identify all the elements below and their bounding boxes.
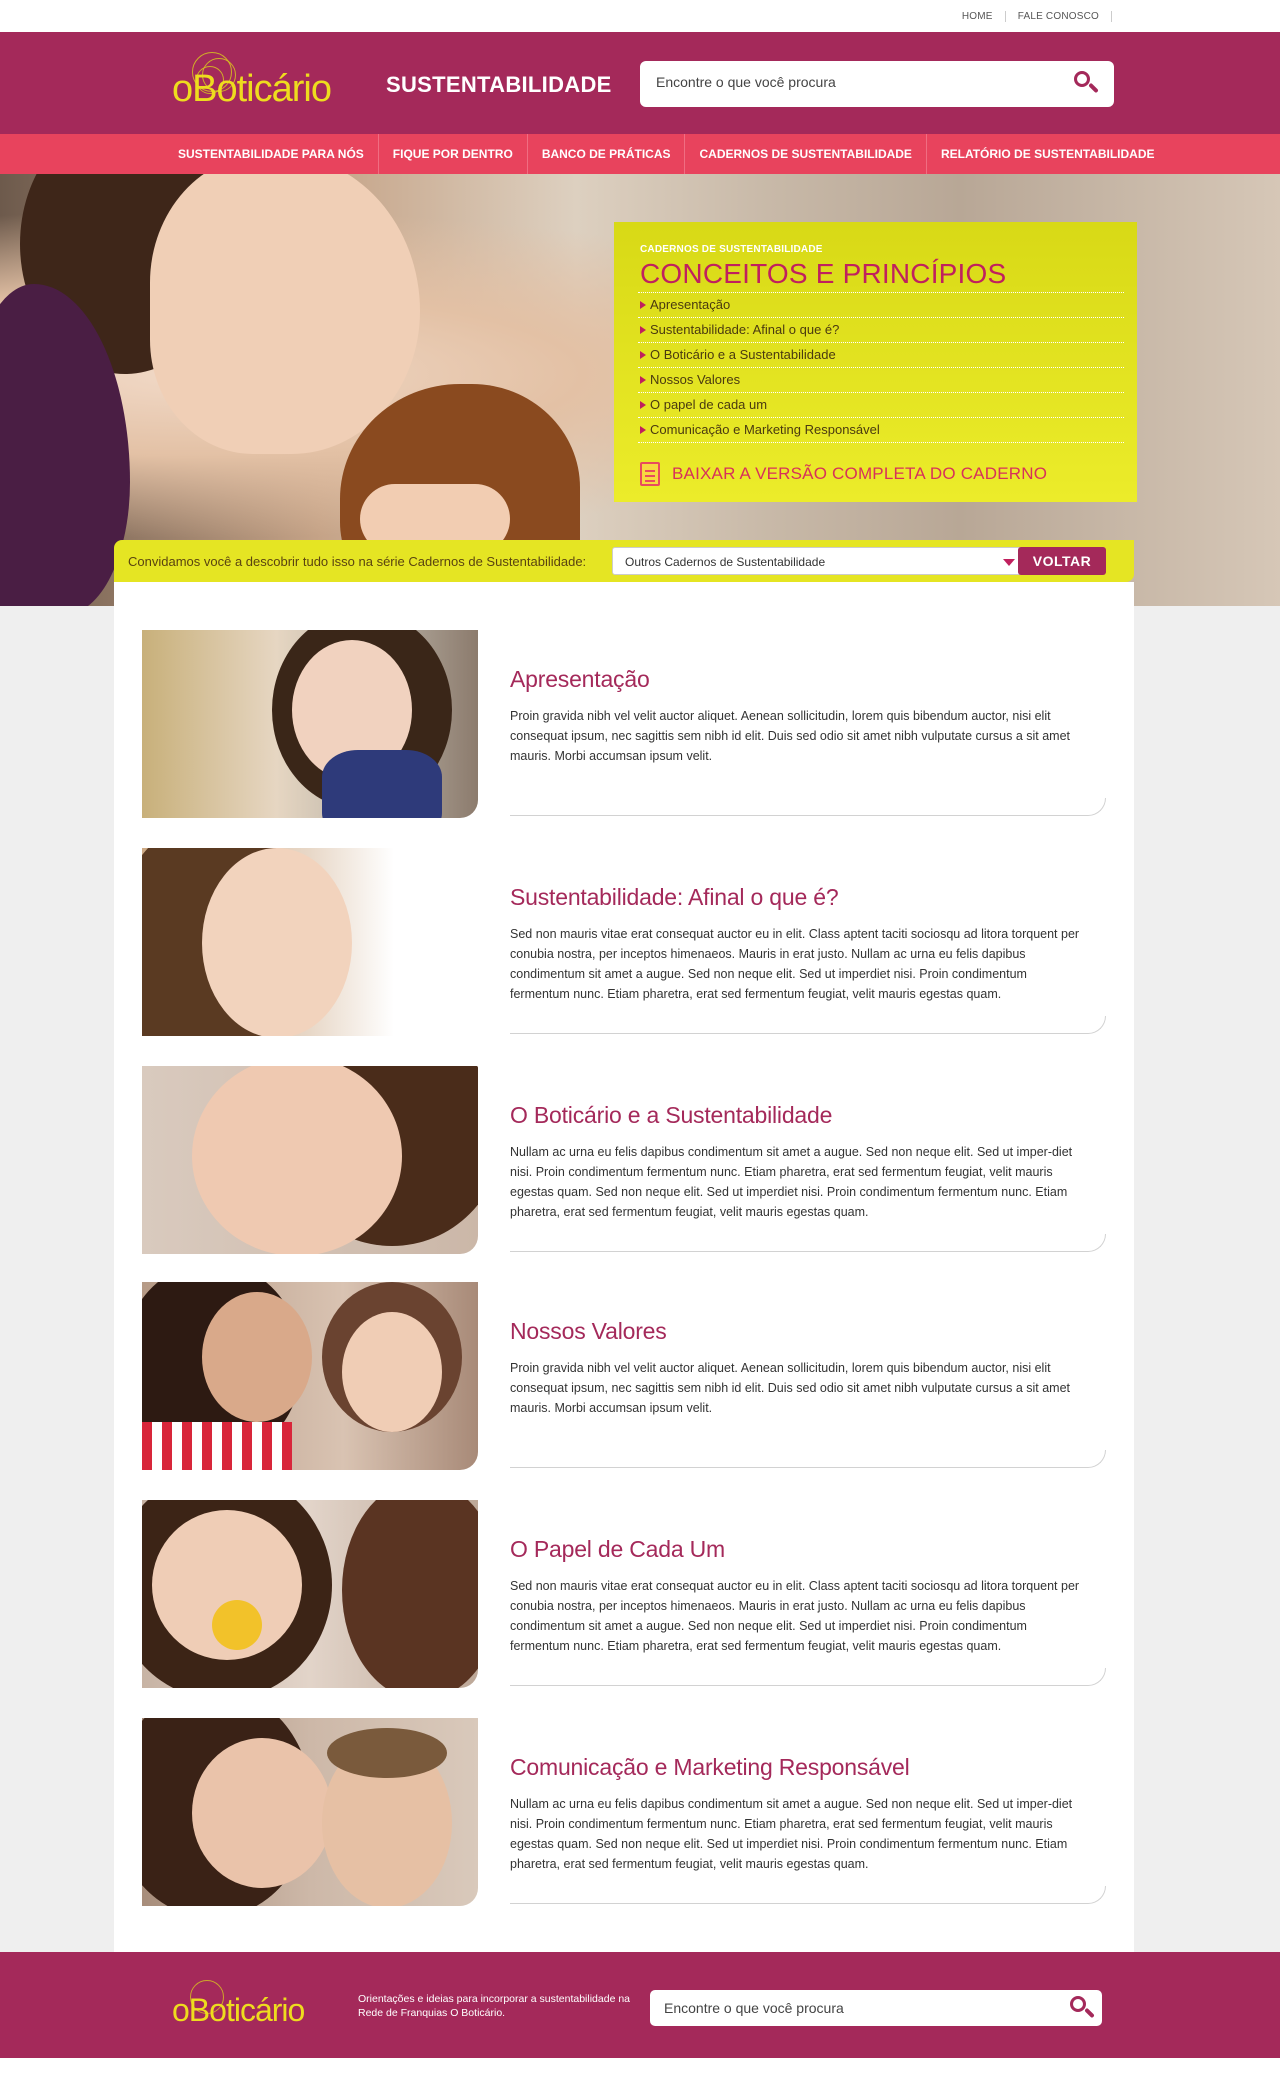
select-value: Outros Cadernos de Sustentabilidade xyxy=(625,555,826,569)
item-title[interactable]: Apresentação xyxy=(510,666,650,693)
panel-kicker: CADERNOS DE SUSTENTABILIDADE xyxy=(640,244,823,255)
bottom-strip xyxy=(0,2058,1280,2074)
footer-tagline: Orientações e ideias para incorporar a s… xyxy=(358,1993,631,2019)
list-item: O Boticário e a Sustentabilidade Nullam … xyxy=(142,1066,1106,1256)
invite-text: Convidamos você a descobrir tudo isso na… xyxy=(128,554,587,569)
panel-link-papel[interactable]: O papel de cada um xyxy=(638,393,1124,418)
notebook-select[interactable]: Outros Cadernos de Sustentabilidade xyxy=(612,547,1028,575)
item-body: Nullam ac urna eu felis dapibus condimen… xyxy=(510,1797,1073,1871)
list-item: Apresentação Proin gravida nibh vel veli… xyxy=(142,630,1106,820)
content-area: Apresentação Proin gravida nibh vel veli… xyxy=(114,582,1134,1952)
notebook-panel: CADERNOS DE SUSTENTABILIDADE CONCEITOS E… xyxy=(614,222,1137,502)
utility-links: HOME FALE CONOSCO xyxy=(950,11,1112,22)
item-photo xyxy=(142,1718,478,1906)
section-title: SUSTENTABILIDADE xyxy=(386,72,612,97)
item-body: Sed non mauris vitae erat consequat auct… xyxy=(510,927,1080,1001)
site-footer: oBoticário Orientações e ideias para inc… xyxy=(0,1952,1280,2058)
search-box xyxy=(640,61,1114,107)
search-input[interactable] xyxy=(656,74,1056,90)
top-utility-bar: HOME FALE CONOSCO xyxy=(0,0,1280,32)
home-link[interactable]: HOME xyxy=(950,11,1006,22)
footer-search-box xyxy=(650,1990,1102,2026)
item-photo xyxy=(142,848,478,1036)
search-icon[interactable] xyxy=(1068,1994,1098,2024)
panel-link-valores[interactable]: Nossos Valores xyxy=(638,368,1124,393)
item-body: Sed non mauris vitae erat consequat auct… xyxy=(510,1579,1080,1653)
document-icon xyxy=(640,462,660,486)
item-divider xyxy=(510,1450,1106,1468)
item-divider xyxy=(510,1016,1106,1034)
item-title[interactable]: Comunicação e Marketing Responsável xyxy=(510,1754,910,1781)
item-title[interactable]: O Boticário e a Sustentabilidade xyxy=(510,1102,832,1129)
panel-link-sustentabilidade[interactable]: Sustentabilidade: Afinal o que é? xyxy=(638,318,1124,343)
nav-item-fique-por-dentro[interactable]: FIQUE POR DENTRO xyxy=(379,134,528,174)
search-icon[interactable] xyxy=(1072,69,1102,99)
nav-item-sustentabilidade-para-nos[interactable]: SUSTENTABILIDADE PARA NÓS xyxy=(164,134,379,174)
series-selector-bar: Convidamos você a descobrir tudo isso na… xyxy=(114,540,1134,582)
item-body: Proin gravida nibh vel velit auctor aliq… xyxy=(510,709,1071,763)
back-button[interactable]: VOLTAR xyxy=(1018,547,1106,575)
chevron-down-icon xyxy=(1003,559,1015,566)
site-header: oBoticário SUSTENTABILIDADE xyxy=(0,32,1280,134)
footer-logo[interactable]: oBoticário xyxy=(172,1980,342,2036)
list-item: Sustentabilidade: Afinal o que é? Sed no… xyxy=(142,848,1106,1038)
item-body: Nullam ac urna eu felis dapibus condimen… xyxy=(510,1145,1073,1219)
download-label: BAIXAR A VERSÃO COMPLETA DO CADERNO xyxy=(672,464,1048,483)
panel-link-list: Apresentação Sustentabilidade: Afinal o … xyxy=(638,292,1124,443)
item-title[interactable]: O Papel de Cada Um xyxy=(510,1536,725,1563)
logo-wordmark: oBoticário xyxy=(172,68,332,110)
item-title[interactable]: Nossos Valores xyxy=(510,1318,667,1345)
panel-title: CONCEITOS E PRINCÍPIOS xyxy=(640,258,1007,289)
main-nav: SUSTENTABILIDADE PARA NÓS FIQUE POR DENT… xyxy=(0,134,1280,174)
item-divider xyxy=(510,1886,1106,1904)
nav-item-relatorio[interactable]: RELATÓRIO DE SUSTENTABILIDADE xyxy=(927,134,1169,174)
footer-search-input[interactable] xyxy=(664,2000,1044,2016)
item-photo xyxy=(142,1282,478,1470)
panel-link-comunicacao[interactable]: Comunicação e Marketing Responsável xyxy=(638,418,1124,443)
list-item: Nossos Valores Proin gravida nibh vel ve… xyxy=(142,1282,1106,1472)
item-photo xyxy=(142,1500,478,1688)
nav-item-banco-de-praticas[interactable]: BANCO DE PRÁTICAS xyxy=(528,134,686,174)
item-divider xyxy=(510,798,1106,816)
list-item: O Papel de Cada Um Sed non mauris vitae … xyxy=(142,1500,1106,1690)
brand-logo[interactable]: oBoticário xyxy=(172,52,344,114)
item-body: Proin gravida nibh vel velit auctor aliq… xyxy=(510,1361,1071,1415)
item-photo xyxy=(142,1066,478,1254)
list-item: Comunicação e Marketing Responsável Null… xyxy=(142,1718,1106,1908)
panel-link-boticario[interactable]: O Boticário e a Sustentabilidade xyxy=(638,343,1124,368)
item-title[interactable]: Sustentabilidade: Afinal o que é? xyxy=(510,884,839,911)
nav-item-cadernos[interactable]: CADERNOS DE SUSTENTABILIDADE xyxy=(685,134,927,174)
download-link[interactable]: BAIXAR A VERSÃO COMPLETA DO CADERNO xyxy=(640,462,1047,486)
panel-link-apresentacao[interactable]: Apresentação xyxy=(638,293,1124,318)
footer-logo-wordmark: oBoticário xyxy=(172,1992,305,2028)
contact-link[interactable]: FALE CONOSCO xyxy=(1006,11,1112,22)
item-divider xyxy=(510,1234,1106,1252)
item-photo xyxy=(142,630,478,818)
item-divider xyxy=(510,1668,1106,1686)
